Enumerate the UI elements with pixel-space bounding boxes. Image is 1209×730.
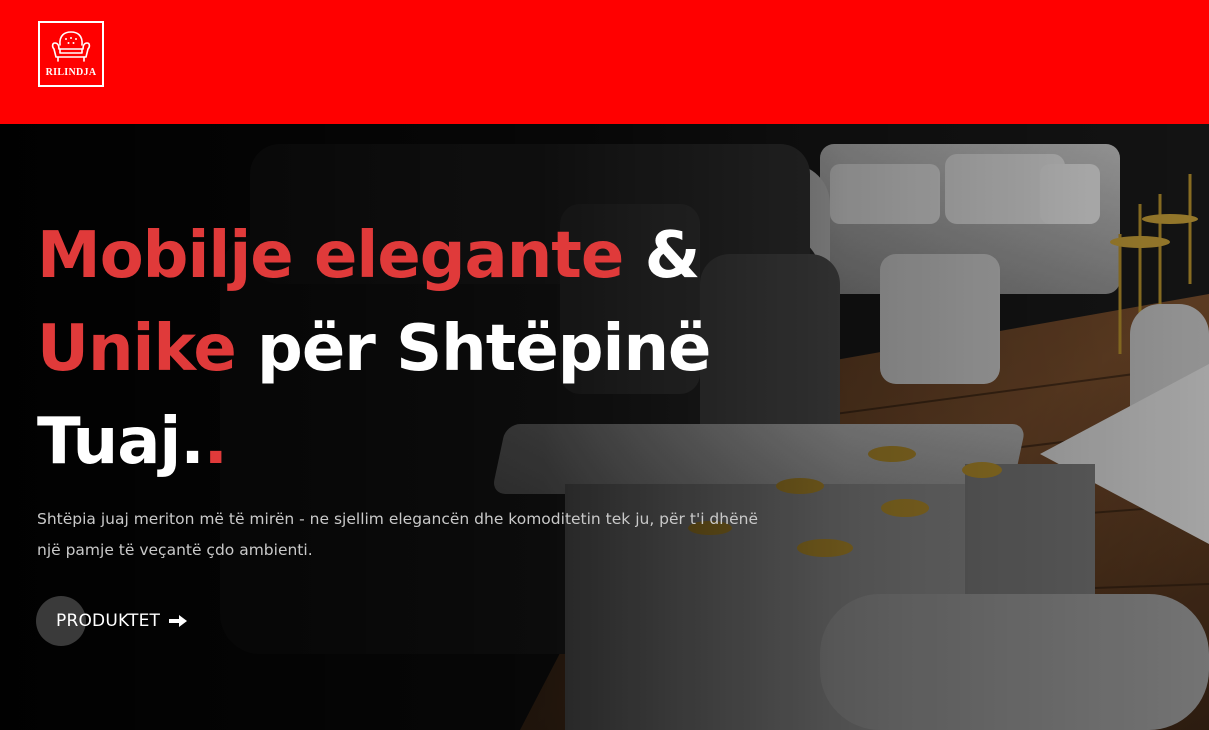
brand-logo-link[interactable]: RILINDJA: [38, 21, 104, 87]
brand-logo-text: RILINDJA: [45, 67, 97, 78]
headline-part-per-shtepine: për Shtëpinë: [235, 312, 711, 386]
headline-red-dot: .: [203, 405, 228, 479]
headline-part-unike: Unike: [37, 312, 237, 386]
headline-part-ampersand: &: [623, 219, 701, 293]
arrow-right-icon: [168, 614, 188, 628]
cta-label: PRODUKTET: [56, 611, 161, 631]
hero-headline: Mobilje elegante & Unike për Shtëpinë Tu…: [37, 210, 797, 489]
hero-section: Mobilje elegante & Unike për Shtëpinë Tu…: [0, 124, 1209, 730]
hero-subtitle: Shtëpia juaj meriton më të mirën - ne sj…: [37, 504, 827, 566]
top-header-bar: RILINDJA: [0, 0, 1209, 124]
products-cta-button[interactable]: PRODUKTET: [36, 596, 188, 646]
headline-part-tuaj: Tuaj.: [37, 405, 205, 479]
hero-subtitle-line-2: një pamje të veçantë çdo ambienti.: [37, 541, 313, 559]
armchair-icon: [51, 31, 91, 62]
hero-subtitle-line-1: Shtëpia juaj meriton më të mirën - ne sj…: [37, 510, 758, 528]
headline-part-mobilje: Mobilje elegante: [37, 219, 624, 293]
